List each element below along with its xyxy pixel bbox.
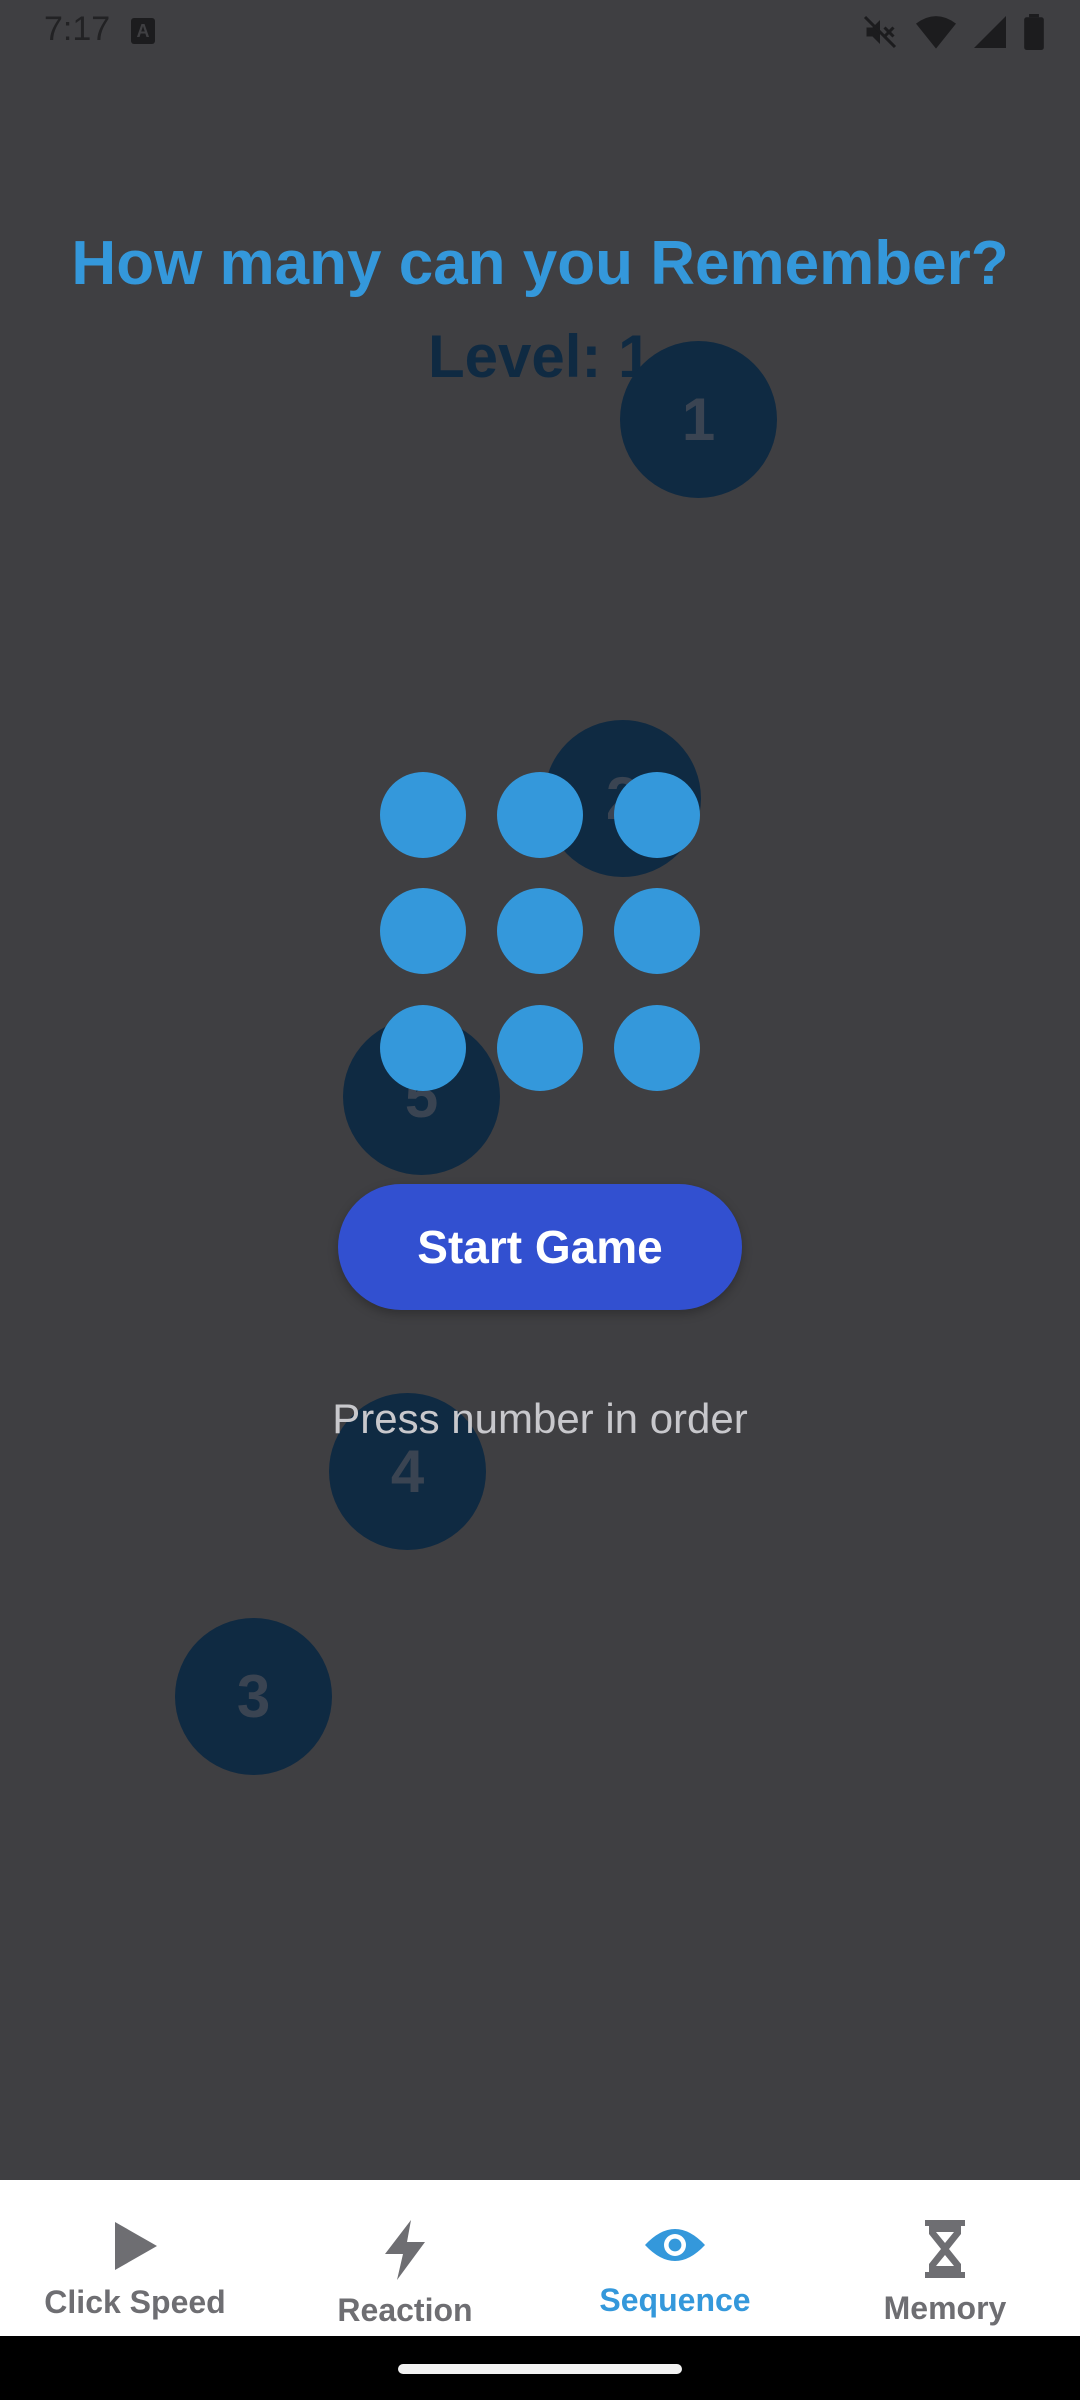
play-icon [115,2222,157,2270]
sequence-circle[interactable]: 3 [175,1618,332,1775]
lightning-icon [385,2220,425,2280]
nav-item-click-speed[interactable]: Click Speed [0,2180,270,2336]
signal-icon [974,16,1006,48]
sequence-number: 1 [681,386,716,453]
grid-dot[interactable] [380,772,466,858]
nav-label: Memory [883,2290,1007,2326]
sequence-number: 3 [236,1663,271,1730]
wifi-icon [916,16,956,49]
nav-item-sequence[interactable]: Sequence [540,2180,810,2336]
hourglass-icon [925,2220,965,2278]
grid-dot[interactable] [380,1005,466,1091]
grid-dot[interactable] [614,772,700,858]
grid-dot[interactable] [614,888,700,974]
nav-item-memory[interactable]: Memory [810,2180,1080,2336]
page-title: How many can you Remember? [71,229,1009,298]
home-indicator[interactable] [398,2364,682,2374]
grid-dot[interactable] [497,772,583,858]
sequence-circle[interactable]: 1 [620,341,777,498]
status-icons [862,14,1044,50]
grid-dot[interactable] [497,1005,583,1091]
instruction-text: Press number in order [332,1395,748,1442]
eye-icon [645,2229,705,2261]
sequence-number: 4 [390,1438,425,1505]
nav-label: Click Speed [44,2284,226,2320]
start-game-button[interactable]: Start Game [338,1184,742,1310]
nav-label: Sequence [599,2282,751,2318]
nav-item-reaction[interactable]: Reaction [270,2180,540,2336]
grid-dot[interactable] [614,1005,700,1091]
mute-icon [863,15,897,49]
a-icon: A [131,18,155,44]
system-navigation-bar [0,2336,1080,2400]
status-bar: 7:17 A [0,0,1080,62]
bottom-navigation: Click Speed Reaction Sequence Memory [0,2180,1080,2336]
status-time: 7:17 [44,10,111,48]
nav-label: Reaction [337,2292,473,2328]
battery-icon [1024,14,1044,50]
grid-dot[interactable] [380,888,466,974]
grid-dot[interactable] [497,888,583,974]
level-indicator: Level: 1 [428,323,652,390]
